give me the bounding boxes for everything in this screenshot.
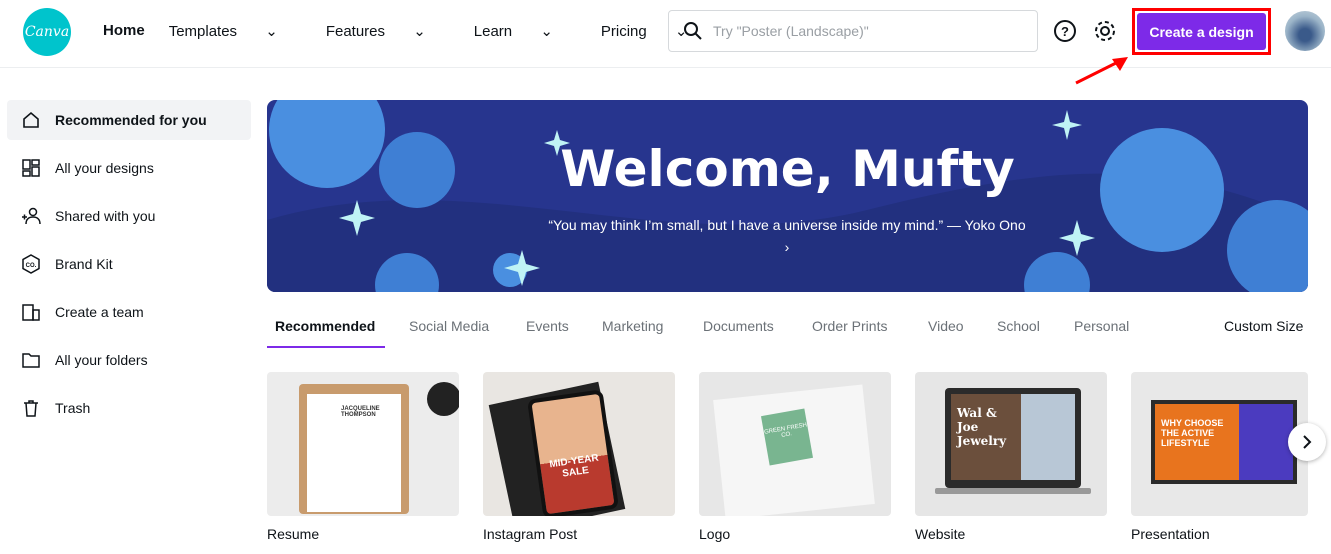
card-website[interactable]: Wal & Joe Jewelry (915, 372, 1107, 516)
card-label[interactable]: Presentation (1131, 526, 1210, 542)
chevron-right-icon (1303, 435, 1312, 449)
create-design-button[interactable]: Create a design (1137, 13, 1266, 50)
search-placeholder: Try "Poster (Landscape)" (713, 23, 869, 39)
card-presentation[interactable]: WHY CHOOSE THE ACTIVE LIFESTYLE (1131, 372, 1308, 516)
canva-logo[interactable]: Canva (23, 8, 71, 56)
tab-recommended[interactable]: Recommended (275, 318, 375, 334)
sidebar-item-brand-kit[interactable]: CO. Brand Kit (7, 244, 251, 284)
thumb-text: WHY CHOOSE THE ACTIVE LIFESTYLE (1155, 404, 1239, 480)
grid-icon (22, 159, 40, 177)
avatar[interactable] (1285, 11, 1325, 51)
carousel-next-button[interactable] (1288, 423, 1326, 461)
nav-label: Learn (473, 23, 513, 40)
welcome-banner: Welcome, Mufty “You may think I’m small,… (267, 100, 1308, 292)
sidebar-item-label: All your designs (55, 160, 154, 176)
thumb-text: MID-YEAR SALE (527, 389, 619, 516)
main-nav: Home Templates ⌄ Features ⌄ Learn ⌄ Pric… (103, 22, 736, 40)
chevron-down-icon: ⌄ (413, 23, 426, 40)
tab-events[interactable]: Events (526, 318, 569, 334)
annotation-arrow-icon (1075, 57, 1128, 85)
card-logo[interactable]: GREEN FRESH CO. (699, 372, 891, 516)
thumb-text: JACQUELINE THOMPSON (307, 394, 401, 512)
svg-text:CO.: CO. (26, 263, 37, 269)
sidebar-item-trash[interactable]: Trash (7, 388, 251, 428)
custom-size-button[interactable]: Custom Size (1224, 318, 1303, 334)
welcome-title: Welcome, Mufty (560, 140, 1015, 198)
tab-social-media[interactable]: Social Media (409, 318, 489, 334)
nav-label: Pricing (600, 23, 647, 40)
search-icon (684, 22, 702, 40)
svg-text:?: ? (1061, 24, 1069, 39)
chevron-down-icon: ⌄ (540, 23, 553, 40)
card-label[interactable]: Resume (267, 526, 319, 542)
folder-icon (22, 353, 40, 368)
category-tabs: Recommended Social Media Events Marketin… (267, 310, 1308, 348)
search-input[interactable]: Try "Poster (Landscape)" (668, 10, 1038, 52)
card-label[interactable]: Logo (699, 526, 730, 542)
sidebar-item-label: Trash (55, 400, 91, 416)
home-icon (23, 111, 39, 128)
users-icon (22, 207, 41, 225)
card-label[interactable]: Instagram Post (483, 526, 577, 542)
gear-icon[interactable] (1093, 19, 1117, 43)
tab-documents[interactable]: Documents (703, 318, 774, 334)
sidebar-item-label: Recommended for you (55, 112, 207, 128)
nav-learn[interactable]: Learn ⌄ (474, 22, 577, 40)
create-design-highlight: Create a design (1132, 8, 1271, 55)
sidebar-item-label: Shared with you (55, 208, 156, 224)
nav-label: Templates (168, 23, 238, 40)
card-instagram-post[interactable]: MID-YEAR SALE (483, 372, 675, 516)
tab-order-prints[interactable]: Order Prints (812, 318, 887, 334)
sidebar-item-designs[interactable]: All your designs (7, 148, 251, 188)
nav-features[interactable]: Features ⌄ (326, 22, 450, 40)
sidebar-item-recommended[interactable]: Recommended for you (7, 100, 251, 140)
tab-video[interactable]: Video (928, 318, 964, 334)
brand-icon: CO. (22, 254, 40, 274)
tab-personal[interactable]: Personal (1074, 318, 1129, 334)
trash-icon (24, 400, 38, 417)
thumb-text: GREEN FRESH CO. (760, 408, 814, 466)
sidebar-item-shared[interactable]: Shared with you (7, 196, 251, 236)
nav-label: Features (325, 23, 386, 40)
active-tab-indicator (267, 346, 385, 348)
thumb-text: Wal & Joe Jewelry (951, 394, 1021, 480)
sidebar-item-folders[interactable]: All your folders (7, 340, 251, 380)
quote-link[interactable]: “You may think I’m small, but I have a u… (547, 214, 1027, 258)
sidebar-item-create-team[interactable]: Create a team (7, 292, 251, 332)
logo-text: Canva (24, 24, 70, 40)
sidebar: Recommended for you All your designs Sha… (7, 100, 251, 436)
tab-school[interactable]: School (997, 318, 1040, 334)
nav-home[interactable]: Home (103, 22, 145, 40)
sidebar-item-label: All your folders (55, 352, 148, 368)
help-icon[interactable]: ? (1053, 19, 1077, 43)
tab-marketing[interactable]: Marketing (602, 318, 663, 334)
sidebar-item-label: Brand Kit (55, 256, 113, 272)
card-label[interactable]: Website (915, 526, 965, 542)
card-resume[interactable]: JACQUELINE THOMPSON (267, 372, 459, 516)
sidebar-item-label: Create a team (55, 304, 144, 320)
nav-templates[interactable]: Templates ⌄ (169, 22, 302, 40)
building-icon (22, 304, 40, 321)
chevron-down-icon: ⌄ (265, 23, 278, 40)
